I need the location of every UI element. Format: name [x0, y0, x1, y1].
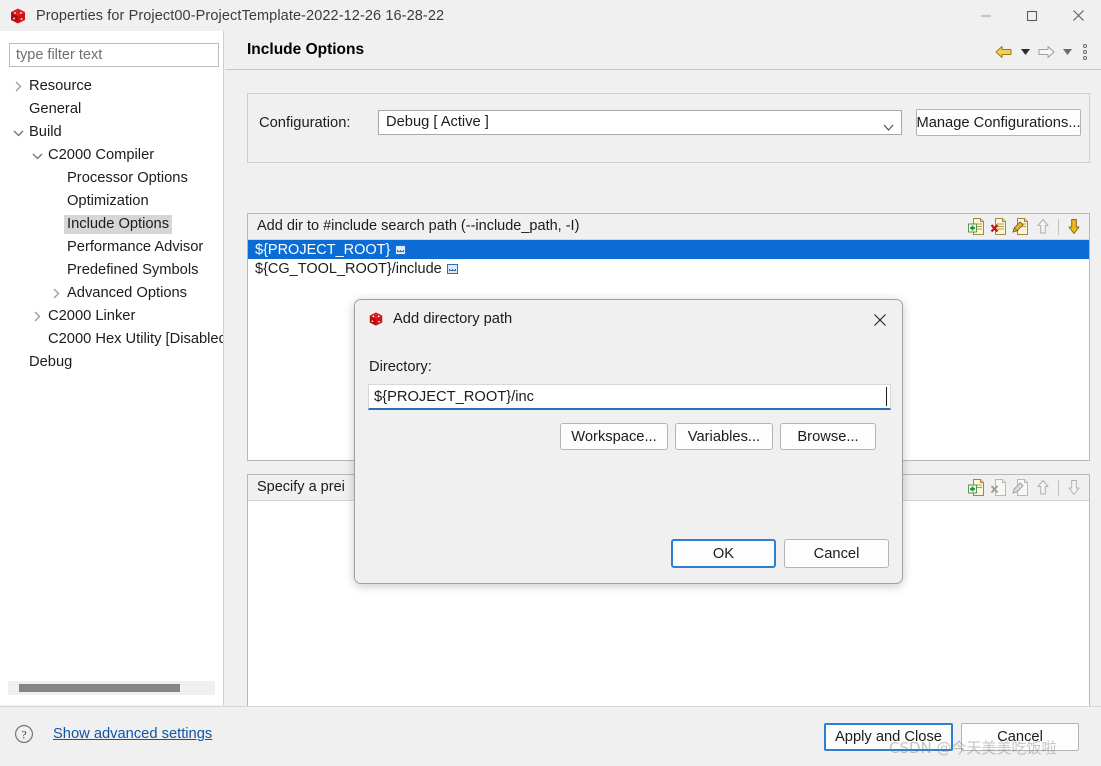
tree-hscrollbar-thumb[interactable]	[19, 684, 180, 692]
toolbar-separator	[1058, 479, 1059, 496]
list-item-label: ${PROJECT_ROOT}	[255, 241, 391, 258]
sidebar-item-label: Include Options	[64, 215, 173, 234]
ellipsis-icon[interactable]	[395, 244, 407, 255]
sidebar-item-label: Advanced Options	[67, 285, 188, 301]
window-controls	[963, 0, 1101, 31]
list-item[interactable]: ${CG_TOOL_ROOT}/include	[248, 259, 1089, 278]
red-cube-icon	[9, 7, 27, 25]
move-down-icon[interactable]	[1065, 217, 1083, 236]
dialog-close-icon[interactable]	[868, 308, 892, 332]
sidebar-item-label: General	[29, 101, 82, 117]
window-title: Properties for Project00-ProjectTemplate…	[36, 7, 445, 24]
sidebar-item-optimization[interactable]: Optimization	[0, 190, 223, 213]
sidebar-item-include-options[interactable]: Include Options	[0, 213, 223, 236]
add-icon[interactable]	[968, 478, 986, 497]
dialog-title: Add directory path	[393, 311, 513, 327]
properties-window: Properties for Project00-ProjectTemplate…	[0, 0, 1101, 766]
list-item-label: ${CG_TOOL_ROOT}/include	[255, 260, 442, 277]
toolbar-separator	[1058, 218, 1059, 235]
forward-dropdown-icon[interactable]	[1060, 42, 1074, 62]
settings-tree[interactable]: Resource General Build C2000 Compiler Proces…	[0, 75, 223, 707]
move-down-icon	[1065, 478, 1083, 497]
sidebar-item-c2000-linker[interactable]: C2000 Linker	[0, 305, 223, 328]
include-path-header-label: Add dir to #include search path (--inclu…	[257, 218, 580, 234]
sidebar-item-general[interactable]: General	[0, 98, 223, 121]
browse-button[interactable]: Browse...	[780, 423, 876, 450]
sidebar-item-label: C2000 Compiler	[48, 147, 155, 163]
move-up-icon	[1034, 217, 1052, 236]
chevron-right-icon[interactable]	[10, 79, 26, 95]
filter-input[interactable]	[9, 43, 219, 67]
sidebar-item-advanced-options[interactable]: Advanced Options	[0, 282, 223, 305]
close-button[interactable]	[1055, 0, 1101, 31]
include-path-header: Add dir to #include search path (--inclu…	[248, 214, 1089, 240]
directory-label: Directory:	[369, 359, 432, 375]
sidebar-item-label: Build	[29, 124, 62, 140]
chevron-down-icon[interactable]	[10, 125, 26, 141]
settings-tree-panel: Resource General Build C2000 Compiler Proces…	[0, 31, 224, 705]
page-title: Include Options	[247, 41, 365, 58]
dialog-titlebar: Add directory path	[355, 300, 902, 338]
add-icon[interactable]	[968, 217, 986, 236]
directory-input[interactable]	[368, 384, 891, 410]
apply-and-close-button[interactable]: Apply and Close	[824, 723, 953, 751]
sidebar-item-performance-advisor[interactable]: Performance Advisor	[0, 236, 223, 259]
dialog-cancel-button[interactable]: Cancel	[784, 539, 889, 568]
sidebar-item-label: Processor Options	[67, 170, 188, 186]
chevron-down-icon[interactable]	[29, 148, 45, 164]
text-caret	[886, 387, 887, 406]
sidebar-item-label: Optimization	[67, 193, 149, 209]
sidebar-item-c2000-hex-utility-disabled[interactable]: C2000 Hex Utility [Disabled]	[0, 328, 223, 351]
back-dropdown-icon[interactable]	[1018, 42, 1032, 62]
page-header: Include Options	[225, 31, 1101, 70]
sidebar-item-label: Predefined Symbols	[67, 262, 199, 278]
sidebar-item-debug[interactable]: Debug	[0, 351, 223, 374]
chevron-down-icon	[883, 118, 894, 136]
variables-button[interactable]: Variables...	[675, 423, 773, 450]
list-item[interactable]: ${PROJECT_ROOT}	[248, 240, 1089, 259]
configuration-group: Configuration: Debug [ Active ] Manage C…	[247, 93, 1090, 163]
add-directory-path-dialog: Add directory path Directory: Workspace.…	[354, 299, 903, 584]
sidebar-item-label: C2000 Linker	[48, 308, 136, 324]
configuration-value: Debug [ Active ]	[386, 114, 489, 130]
delete-icon[interactable]	[990, 217, 1008, 236]
ok-button[interactable]: OK	[671, 539, 776, 568]
red-cube-icon	[368, 311, 384, 327]
back-arrow-icon[interactable]	[992, 42, 1016, 62]
delete-icon	[990, 478, 1008, 497]
window-titlebar: Properties for Project00-ProjectTemplate…	[0, 0, 1101, 31]
show-advanced-settings-link[interactable]: Show advanced settings	[53, 726, 212, 742]
edit-icon[interactable]	[1012, 217, 1030, 236]
sidebar-item-label: Debug	[29, 354, 73, 370]
edit-icon	[1012, 478, 1030, 497]
sidebar-item-label: Performance Advisor	[67, 239, 204, 255]
ellipsis-icon[interactable]	[446, 263, 458, 274]
forward-arrow-icon	[1034, 42, 1058, 62]
chevron-right-icon[interactable]	[48, 286, 64, 302]
sidebar-item-build[interactable]: Build	[0, 121, 223, 144]
sidebar-item-predefined-symbols[interactable]: Predefined Symbols	[0, 259, 223, 282]
preinclude-header-label: Specify a prei	[257, 479, 345, 495]
preinclude-toolbar	[968, 478, 1083, 497]
maximize-button[interactable]	[1009, 0, 1055, 31]
cancel-button[interactable]: Cancel	[961, 723, 1079, 751]
sidebar-item-c2000-compiler[interactable]: C2000 Compiler	[0, 144, 223, 167]
view-menu-icon[interactable]	[1076, 42, 1094, 62]
question-mark-icon[interactable]: ?	[14, 724, 34, 749]
include-path-toolbar	[968, 217, 1083, 236]
workspace-button[interactable]: Workspace...	[560, 423, 668, 450]
sidebar-item-label: C2000 Hex Utility [Disabled]	[48, 331, 223, 347]
sidebar-item-label: Resource	[29, 78, 92, 94]
sidebar-item-processor-options[interactable]: Processor Options	[0, 167, 223, 190]
configuration-combobox[interactable]: Debug [ Active ]	[378, 110, 902, 135]
chevron-right-icon[interactable]	[29, 309, 45, 325]
sidebar-item-resource[interactable]: Resource	[0, 75, 223, 98]
manage-configurations-button[interactable]: Manage Configurations...	[916, 109, 1081, 136]
page-nav-toolbar	[992, 42, 1094, 62]
move-up-icon	[1034, 478, 1052, 497]
configuration-label: Configuration:	[259, 115, 351, 131]
minimize-button[interactable]	[963, 0, 1009, 31]
svg-text:?: ?	[21, 729, 26, 741]
